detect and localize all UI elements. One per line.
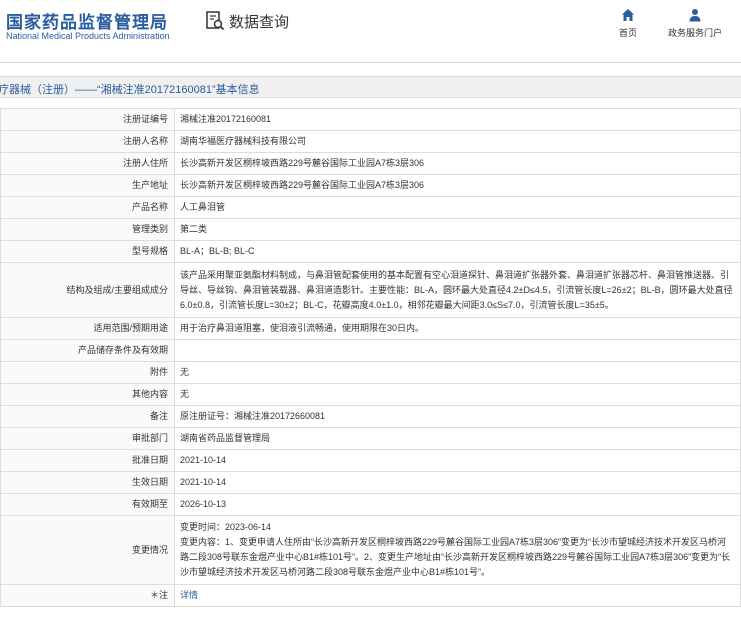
table-row: 生效日期 2021-10-14: [0, 471, 741, 494]
table-row: 变更情况 变更时间：2023-06-14 变更内容：1、变更申请人住所由“长沙高新…: [0, 515, 741, 585]
user-icon: [689, 9, 701, 22]
field-label: 其他内容: [0, 383, 175, 406]
table-row: 型号规格 BL-A；BL-B; BL-C: [0, 240, 741, 263]
field-value[interactable]: 详情: [174, 584, 741, 607]
record-detail-table: 注册证编号 湘械注准20172160081 注册人名称 湖南华福医疗器械科技有限公司注…: [0, 108, 741, 607]
field-value: 2021-10-14: [174, 471, 741, 494]
field-label: 生产地址: [0, 174, 175, 197]
field-value: 长沙高新开发区桐梓坡西路229号麓谷国际工业园A7栋3层306: [174, 174, 741, 197]
record-title-bar: 医疗器械（注册）——“湘械注准20172160081”基本信息: [0, 76, 741, 98]
field-value: 无: [174, 361, 741, 384]
field-value: 人工鼻泪管: [174, 196, 741, 219]
field-value: 无: [174, 383, 741, 406]
record-title: 医疗器械（注册）——“湘械注准20172160081”基本信息: [0, 84, 260, 96]
table-row: 产品储存条件及有效期: [0, 339, 741, 362]
logo-title[interactable]: 国家药品监督管理局: [6, 8, 168, 33]
table-row: 批准日期 2021-10-14: [0, 449, 741, 472]
field-label: 注册人名称: [0, 130, 175, 153]
field-label: 有效期至: [0, 493, 175, 516]
field-label: 批准日期: [0, 449, 175, 472]
table-row: 注册证编号 湘械注准20172160081: [0, 108, 741, 131]
field-value: 湘械注准20172160081: [174, 108, 741, 131]
nav-service-portal-label: 政务服务门户: [668, 28, 723, 38]
table-row: 产品名称 人工鼻泪管: [0, 196, 741, 219]
field-value: 湖南华福医疗器械科技有限公司: [174, 130, 741, 153]
field-value: 湖南省药品监督管理局: [174, 427, 741, 450]
table-row: 生产地址 长沙高新开发区桐梓坡西路229号麓谷国际工业园A7栋3层306: [0, 174, 741, 197]
details-link[interactable]: 详情: [180, 590, 198, 600]
field-label: 适用范围/预期用途: [0, 317, 175, 340]
table-row: 有效期至 2026-10-13: [0, 493, 741, 516]
field-value: 2021-10-14: [174, 449, 741, 472]
field-value: 长沙高新开发区桐梓坡西路229号麓谷国际工业园A7栋3层306: [174, 152, 741, 175]
site-header: 国家药品监督管理局 National Medical Products Admi…: [0, 0, 741, 63]
field-value: 2026-10-13: [174, 493, 741, 516]
field-label: 变更情况: [0, 515, 175, 585]
table-row: 注册人住所 长沙高新开发区桐梓坡西路229号麓谷国际工业园A7栋3层306: [0, 152, 741, 175]
field-label: 产品储存条件及有效期: [0, 339, 175, 362]
table-row: 其他内容无: [0, 383, 741, 406]
field-value: [174, 339, 741, 362]
field-label: 生效日期: [0, 471, 175, 494]
field-value: BL-A；BL-B; BL-C: [174, 240, 741, 263]
field-label: ＊注: [0, 584, 175, 607]
table-row: 审批部门 湖南省药品监督管理局: [0, 427, 741, 450]
field-value: 用于治疗鼻泪道阻塞，使泪液引流畅通，使用期限在30日内。: [174, 317, 741, 340]
field-label: 备注: [0, 405, 175, 428]
field-label: 附件: [0, 361, 175, 384]
field-value: 该产品采用聚亚氨酯材料制成，与鼻泪管配套使用的基本配置有空心泪道探针、鼻泪道扩张…: [174, 262, 741, 318]
logo-subtitle: National Medical Products Administration: [6, 31, 170, 41]
table-row: 结构及组成/主要组成成分 该产品采用聚亚氨酯材料制成，与鼻泪管配套使用的基本配置有…: [0, 262, 741, 318]
document-search-icon: [206, 11, 225, 31]
field-label: 管理类别: [0, 218, 175, 241]
field-label: 注册证编号: [0, 108, 175, 131]
field-value: 原注册证号：湘械注准20172660081: [174, 405, 741, 428]
field-label: 注册人住所: [0, 152, 175, 175]
table-row: 备注 原注册证号：湘械注准20172660081: [0, 405, 741, 428]
table-row: 管理类别 第二类: [0, 218, 741, 241]
table-row: ＊注 详情: [0, 584, 741, 607]
data-query-label: 数据查询: [229, 13, 290, 31]
field-label: 结构及组成/主要组成成分: [0, 262, 175, 318]
nav-service-portal[interactable]: 政务服务门户: [668, 7, 722, 39]
nav-home[interactable]: 首页: [619, 7, 637, 39]
table-row: 适用范围/预期用途 用于治疗鼻泪道阻塞，使泪液引流畅通，使用期限在30日内。: [0, 317, 741, 340]
field-label: 型号规格: [0, 240, 175, 263]
field-value: 变更时间：2023-06-14 变更内容：1、变更申请人住所由“长沙高新开发区桐…: [174, 515, 741, 585]
home-icon: [622, 9, 634, 21]
table-row: 附件无: [0, 361, 741, 384]
data-query-heading: 数据查询: [204, 10, 289, 32]
field-value: 第二类: [174, 218, 741, 241]
table-row: 注册人名称 湖南华福医疗器械科技有限公司: [0, 130, 741, 153]
nav-home-label: 首页: [619, 28, 638, 38]
field-label: 产品名称: [0, 196, 175, 219]
field-label: 审批部门: [0, 427, 175, 450]
